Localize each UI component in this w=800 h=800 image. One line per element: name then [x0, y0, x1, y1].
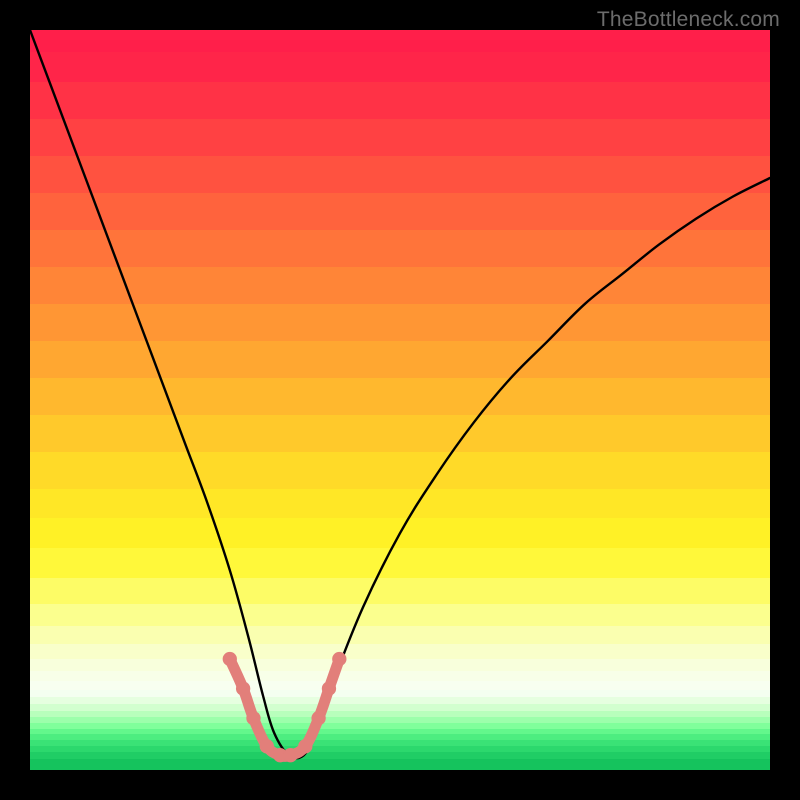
watermark-text: TheBottleneck.com [597, 8, 780, 32]
valley-marker-dot [246, 711, 260, 725]
valley-marker-dot [236, 681, 250, 695]
valley-marker-dot [283, 748, 297, 762]
valley-marker-dot [322, 681, 336, 695]
valley-marker-dot [223, 652, 237, 666]
valley-marker-dot [298, 739, 312, 753]
chart-frame: TheBottleneck.com [0, 0, 800, 800]
valley-marker-dot [311, 711, 325, 725]
valley-marker-stroke [230, 659, 340, 756]
curve-layer [30, 30, 770, 770]
valley-marker-dot [332, 652, 346, 666]
valley-marker-dot [260, 739, 274, 753]
plot-area [30, 30, 770, 770]
bottleneck-curve [30, 30, 770, 758]
